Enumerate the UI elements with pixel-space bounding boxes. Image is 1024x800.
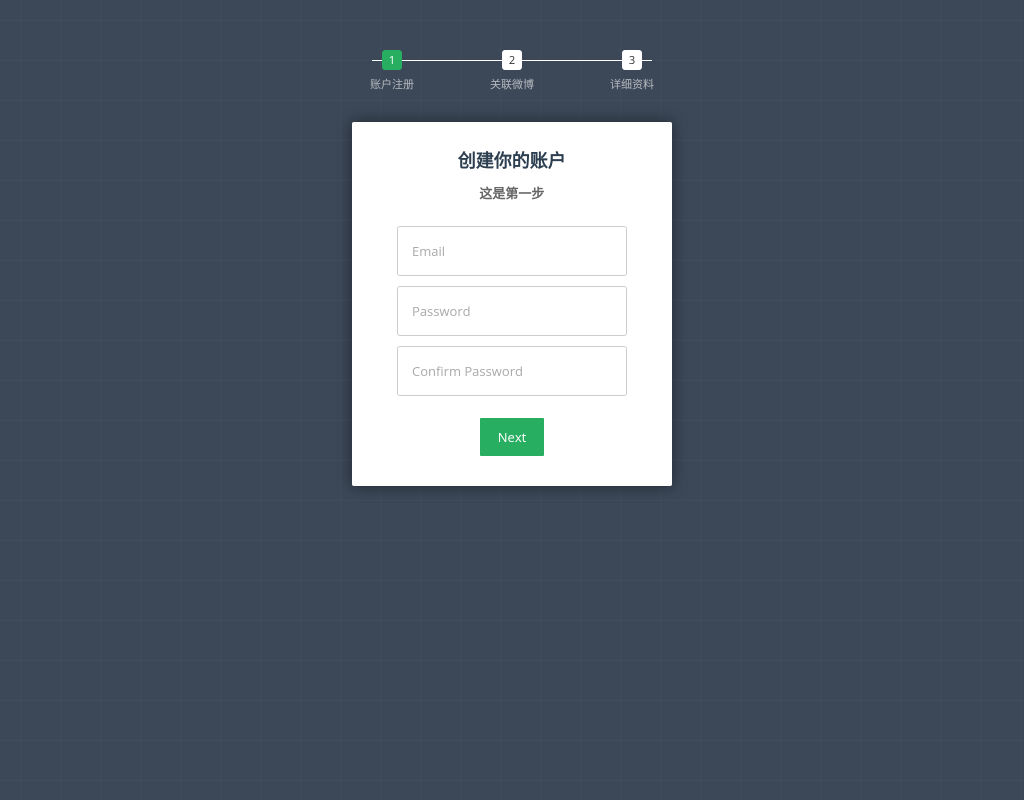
step-1-number: 1 [382, 50, 402, 70]
fields-wrapper [382, 226, 642, 406]
step-3-number: 3 [622, 50, 642, 70]
step-2-number: 2 [502, 50, 522, 70]
form-subtitle: 这是第一步 [382, 183, 642, 202]
email-input[interactable] [397, 226, 627, 276]
step-2-label: 关联微博 [490, 76, 534, 92]
progress-bar: 1 账户注册 2 关联微博 3 详细资料 [362, 50, 662, 92]
step-1: 1 账户注册 [362, 50, 422, 92]
step-3: 3 详细资料 [602, 50, 662, 92]
wizard-container: 1 账户注册 2 关联微博 3 详细资料 创建你的账户 这是第一步 Next [352, 0, 672, 486]
step-1-label: 账户注册 [370, 76, 414, 92]
next-button[interactable]: Next [480, 418, 545, 456]
step-3-label: 详细资料 [610, 76, 654, 92]
form-title: 创建你的账户 [382, 147, 642, 173]
password-input[interactable] [397, 286, 627, 336]
step-2: 2 关联微博 [482, 50, 542, 92]
signup-card: 创建你的账户 这是第一步 Next [352, 122, 672, 486]
confirm-password-input[interactable] [397, 346, 627, 396]
